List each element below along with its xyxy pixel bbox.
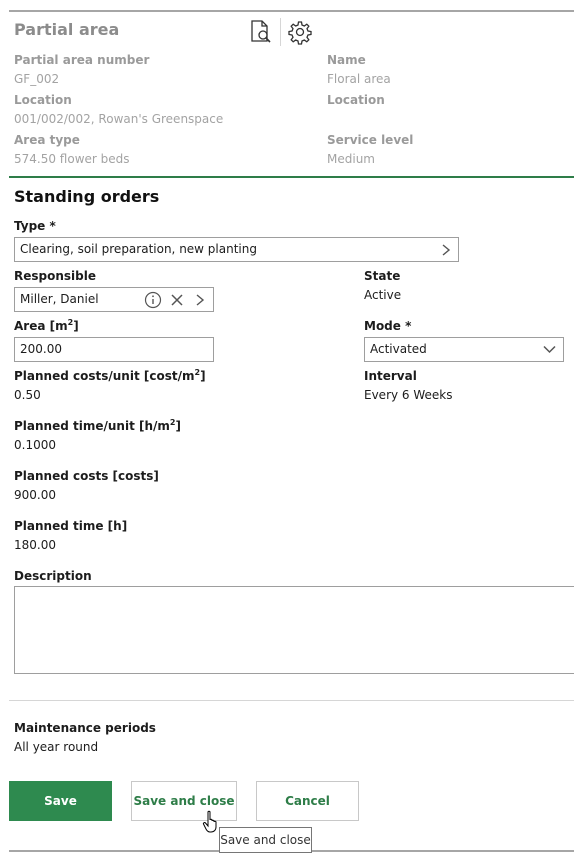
service-level-label: Service level: [327, 133, 414, 147]
top-divider: [9, 10, 574, 12]
description-label: Description: [14, 569, 92, 583]
name-value: Floral area: [327, 72, 391, 86]
area-value: 200.00: [20, 342, 62, 356]
planned-time-unit-label: Planned time/unit [h/m2]: [14, 418, 181, 434]
tooltip: Save and close: [219, 827, 312, 853]
maintenance-periods-value: All year round: [14, 740, 99, 754]
area-input[interactable]: 200.00: [14, 337, 214, 362]
section-divider: [9, 176, 574, 178]
planned-time-unit-value: 0.1000: [14, 438, 56, 452]
description-textarea[interactable]: [14, 586, 574, 674]
type-label: Type *: [14, 219, 56, 233]
partial-area-number-value: GF_002: [14, 72, 60, 86]
chevron-right-icon[interactable]: [441, 244, 451, 256]
document-search-icon[interactable]: [248, 19, 274, 45]
state-label: State: [364, 269, 401, 283]
location-label: Location: [14, 93, 72, 107]
name-label: Name: [327, 53, 366, 67]
info-icon[interactable]: [144, 291, 162, 309]
panel-title: Partial area: [14, 20, 120, 39]
chevron-down-icon[interactable]: [543, 345, 556, 354]
mode-select[interactable]: Activated: [364, 337, 564, 362]
interval-label: Interval: [364, 369, 417, 383]
cancel-button[interactable]: Cancel: [256, 781, 359, 821]
planned-costs-unit-value: 0.50: [14, 388, 41, 402]
area-label: Area [m2]: [14, 318, 79, 334]
planned-costs-label: Planned costs [costs]: [14, 469, 159, 483]
partial-area-number-label: Partial area number: [14, 53, 150, 67]
planned-costs-value: 900.00: [14, 488, 56, 502]
save-button[interactable]: Save: [9, 781, 112, 821]
clear-icon[interactable]: [170, 293, 184, 307]
planned-time-label: Planned time [h]: [14, 519, 128, 533]
area-type-value: 574.50 flower beds: [14, 152, 130, 166]
planned-time-value: 180.00: [14, 538, 56, 552]
maintenance-divider: [9, 700, 574, 701]
gear-icon[interactable]: [287, 19, 313, 45]
planned-costs-unit-label: Planned costs/unit [cost/m2]: [14, 368, 206, 384]
mode-value: Activated: [370, 342, 427, 356]
location-value: 001/002/002, Rowan's Greenspace: [14, 112, 224, 126]
service-level-value: Medium: [327, 152, 375, 166]
chevron-right-icon[interactable]: [195, 294, 205, 306]
responsible-field[interactable]: Miller, Daniel: [14, 287, 214, 312]
area-type-label: Area type: [14, 133, 80, 147]
header-separator: [280, 18, 281, 46]
type-value: Clearing, soil preparation, new planting: [20, 242, 257, 256]
standing-orders-title: Standing orders: [14, 187, 160, 206]
interval-value: Every 6 Weeks: [364, 388, 453, 402]
mode-label: Mode *: [364, 319, 412, 333]
responsible-label: Responsible: [14, 269, 96, 283]
location-label-right: Location: [327, 93, 385, 107]
maintenance-periods-label: Maintenance periods: [14, 721, 156, 735]
type-field[interactable]: Clearing, soil preparation, new planting: [14, 237, 459, 262]
responsible-value: Miller, Daniel: [20, 292, 99, 306]
state-value: Active: [364, 288, 402, 302]
